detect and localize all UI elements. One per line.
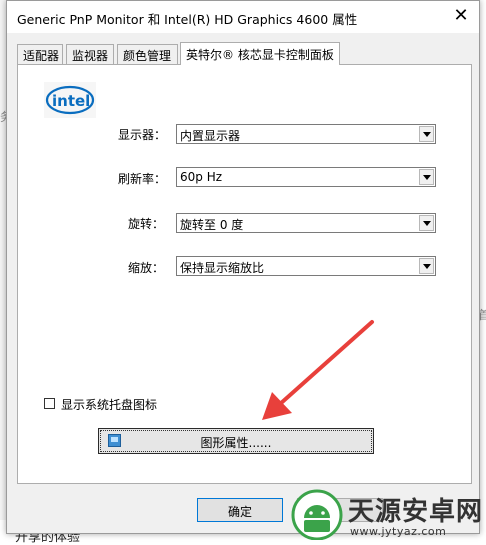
tab-intel-control-panel[interactable]: 英特尔® 核芯显卡控制面板	[180, 42, 340, 65]
tab-label: 英特尔® 核芯显卡控制面板	[186, 48, 334, 62]
watermark-url: www.jytyaz.com	[350, 525, 447, 538]
arrow-shaft	[278, 320, 374, 406]
watermark: 天源安卓网 www.jytyaz.com	[286, 487, 486, 542]
annotation-arrow	[262, 320, 374, 420]
android-logo-icon	[291, 489, 343, 540]
watermark-name: 天源安卓网	[348, 497, 484, 527]
